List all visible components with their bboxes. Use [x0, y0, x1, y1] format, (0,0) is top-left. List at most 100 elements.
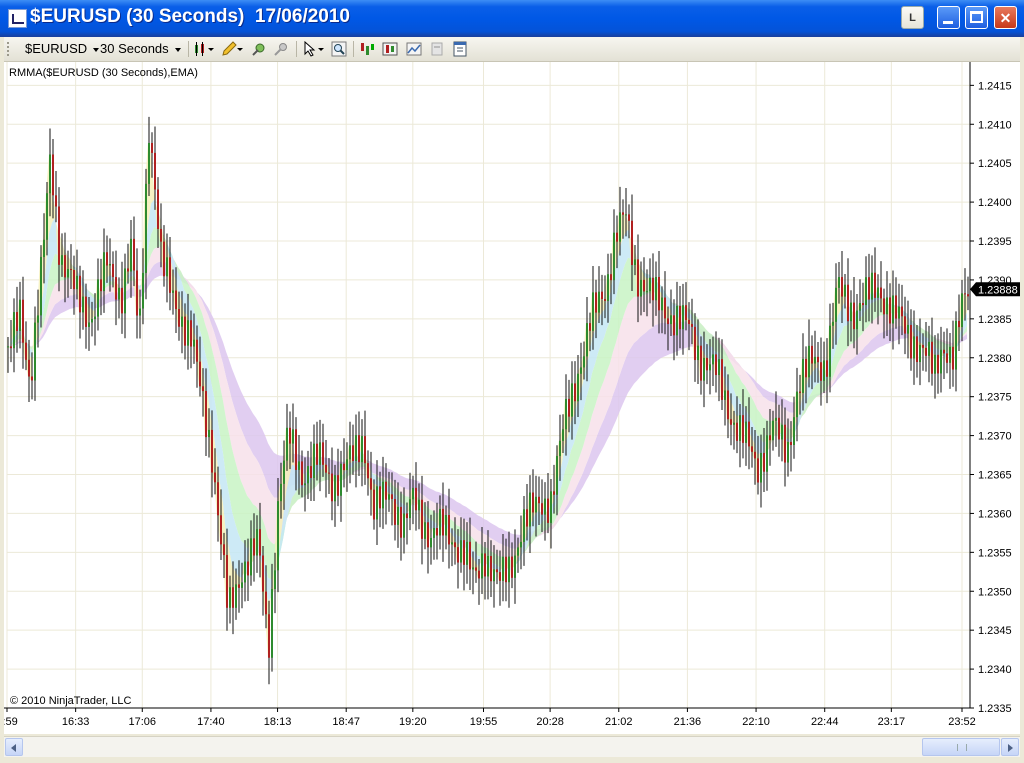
candle-body	[583, 356, 585, 368]
scroll-thumb[interactable]	[922, 738, 1000, 756]
horizontal-scrollbar[interactable]	[4, 736, 1020, 757]
toolbar-separator	[296, 41, 297, 57]
interval-dropdown[interactable]: 30 Seconds	[100, 40, 181, 58]
candle-body	[451, 542, 453, 545]
chart-area[interactable]: 1.2415 1.2410 1.2405 1.2400 1.2395 1.2390 1.23…	[4, 62, 1020, 734]
y-tick-label: 1.2380	[978, 353, 1012, 365]
close-button[interactable]: ✕	[994, 6, 1017, 29]
candle-body	[577, 373, 579, 402]
candle-body	[79, 275, 81, 313]
candle-body	[139, 308, 141, 316]
bar-spacing-icon[interactable]	[359, 41, 375, 57]
toolbar-separator	[188, 41, 189, 57]
candle-body	[40, 257, 42, 316]
cursor-icon[interactable]	[302, 41, 326, 57]
candle-body	[613, 232, 615, 281]
candle-body	[505, 556, 507, 583]
candle-body	[586, 323, 588, 357]
candle-body	[772, 420, 774, 441]
candle-body	[7, 346, 9, 348]
candle-body	[181, 316, 183, 327]
y-tick-label: 1.2360	[978, 508, 1012, 520]
candle-body	[691, 323, 693, 327]
candle-body	[265, 591, 267, 615]
candle-body	[526, 509, 528, 527]
x-tick-label: 17:40	[197, 716, 225, 728]
instrument-dropdown[interactable]: $EURUSD	[25, 40, 100, 58]
candle-body	[205, 391, 207, 438]
candle-body	[871, 272, 873, 300]
candle-body	[625, 214, 627, 216]
data-box-icon[interactable]	[382, 41, 398, 57]
candle-body	[766, 435, 768, 472]
candle-body	[736, 422, 738, 441]
candle-body	[301, 461, 303, 486]
candle-body	[85, 296, 87, 327]
candle-body	[238, 584, 240, 588]
y-tick-label: 1.2405	[978, 158, 1012, 170]
title-bar[interactable]: $EURUSD (30 Seconds) 17/06/2010 L ✕	[0, 0, 1024, 37]
candle-body	[886, 297, 888, 315]
maximize-button[interactable]	[965, 6, 988, 29]
candle-body	[418, 499, 420, 511]
link-button[interactable]: L	[901, 6, 924, 29]
candle-body	[124, 268, 126, 314]
candle-body	[82, 296, 84, 313]
y-tick-label: 1.2350	[978, 586, 1012, 598]
candle-body	[250, 538, 252, 576]
candle-body	[658, 276, 660, 311]
candle-body	[109, 263, 111, 266]
x-tick-label: 18:47	[332, 716, 360, 728]
y-tick-label: 1.2415	[978, 80, 1012, 92]
price-chart[interactable]: 1.24151.24101.24051.24001.23951.23901.23…	[4, 62, 1020, 734]
chart-style-icon[interactable]	[193, 41, 215, 57]
x-tick-label: 17:06	[129, 716, 157, 728]
candle-body	[790, 441, 792, 446]
candle-body	[607, 274, 609, 301]
candle-body	[136, 270, 138, 316]
candle-body	[151, 142, 153, 153]
candle-body	[358, 435, 360, 463]
candle-body	[175, 290, 177, 310]
candle-body	[58, 206, 60, 265]
crosshair-icon[interactable]	[251, 41, 267, 57]
candle-body	[619, 212, 621, 242]
candle-body	[16, 312, 18, 331]
chevron-down-icon	[93, 47, 100, 52]
candle-body	[223, 544, 225, 556]
candle-body	[478, 570, 480, 579]
candle-body	[127, 268, 129, 272]
candle-body	[571, 383, 573, 417]
candle-body	[88, 322, 90, 327]
candle-body	[184, 316, 186, 346]
candle-body	[649, 277, 651, 292]
pin-icon[interactable]	[273, 41, 289, 57]
scroll-left-button[interactable]	[5, 738, 23, 756]
strategies-icon[interactable]	[429, 41, 445, 57]
zoom-icon[interactable]	[331, 41, 347, 57]
candle-body	[145, 183, 147, 273]
candle-body	[601, 291, 603, 300]
candle-body	[721, 359, 723, 400]
candle-body	[709, 364, 711, 371]
pencil-draw-icon[interactable]	[220, 41, 244, 57]
indicators-icon[interactable]	[406, 41, 422, 57]
interval-value: 30 Seconds	[100, 41, 169, 56]
candle-body	[892, 295, 894, 324]
candle-body	[775, 417, 777, 421]
copyright-text: © 2010 NinjaTrader, LLC	[10, 695, 132, 707]
candle-body	[49, 154, 51, 194]
candle-body	[925, 347, 927, 356]
candle-body	[724, 390, 726, 400]
candle-body	[748, 421, 750, 447]
candle-body	[121, 287, 123, 314]
properties-icon[interactable]	[452, 41, 468, 57]
x-tick-label: 19:55	[470, 716, 498, 728]
toolbar-grip-icon[interactable]	[7, 42, 11, 56]
candle-body	[838, 277, 840, 288]
minimize-button[interactable]	[937, 6, 960, 29]
candle-body	[931, 341, 933, 374]
scroll-right-button[interactable]	[1001, 738, 1019, 756]
candle-body	[55, 195, 57, 207]
candle-body	[715, 354, 717, 376]
